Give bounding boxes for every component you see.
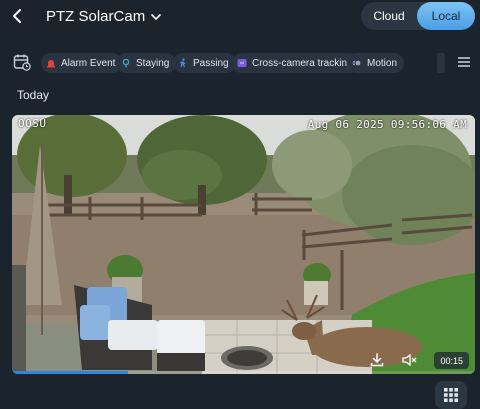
grid-icon: [444, 388, 458, 402]
camera-osd-label: OOSU: [18, 117, 47, 130]
camera-title: PTZ SolarCam: [46, 8, 146, 25]
cloud-tab[interactable]: Cloud: [361, 2, 417, 30]
calendar-icon[interactable]: [13, 53, 31, 71]
video-frame-image: [12, 115, 475, 374]
video-timestamp: Aug 06 2025 09:56:06 AM: [307, 118, 467, 131]
playback-progress[interactable]: [12, 371, 475, 374]
chevron-down-icon: [151, 13, 161, 20]
motion-icon: [352, 58, 362, 68]
filter-label: Passing: [193, 57, 229, 69]
filter-cross-camera-tracking[interactable]: Cross-camera tracking: [232, 53, 360, 73]
download-icon[interactable]: [369, 352, 385, 368]
filter-alarm-event[interactable]: Alarm Event: [41, 53, 123, 73]
passing-icon: [178, 58, 188, 68]
mute-icon[interactable]: [401, 352, 417, 368]
back-button[interactable]: [6, 5, 28, 27]
filter-label: Motion: [367, 57, 398, 69]
clip-duration: 00:15: [434, 352, 469, 369]
filter-staying[interactable]: Staying: [116, 53, 177, 73]
camera-selector[interactable]: PTZ SolarCam: [46, 8, 161, 25]
cross-camera-icon: [237, 58, 247, 68]
grid-view-button[interactable]: [435, 381, 467, 409]
filter-label: Cross-camera tracking: [252, 57, 353, 69]
filter-scroll-indicator: [437, 53, 445, 73]
menu-icon[interactable]: [457, 55, 471, 69]
event-filter-bar: Alarm Event Staying Passing Cross-camera…: [0, 51, 480, 75]
staying-icon: [121, 58, 131, 68]
playback-progress-fill: [12, 371, 128, 374]
chevron-left-icon: [13, 9, 21, 23]
storage-mode-toggle: Cloud Local: [361, 2, 475, 30]
local-tab[interactable]: Local: [417, 2, 475, 30]
top-bar: PTZ SolarCam Cloud Local: [0, 0, 480, 34]
alarm-icon: [46, 58, 56, 68]
date-section-label: Today: [17, 88, 50, 102]
filter-label: Alarm Event: [61, 57, 116, 69]
filter-label: Staying: [136, 57, 170, 69]
filter-motion[interactable]: Motion: [347, 53, 405, 73]
filter-passing[interactable]: Passing: [173, 53, 236, 73]
event-video-player[interactable]: OOSU Aug 06 2025 09:56:06 AM 00:15: [12, 115, 475, 374]
